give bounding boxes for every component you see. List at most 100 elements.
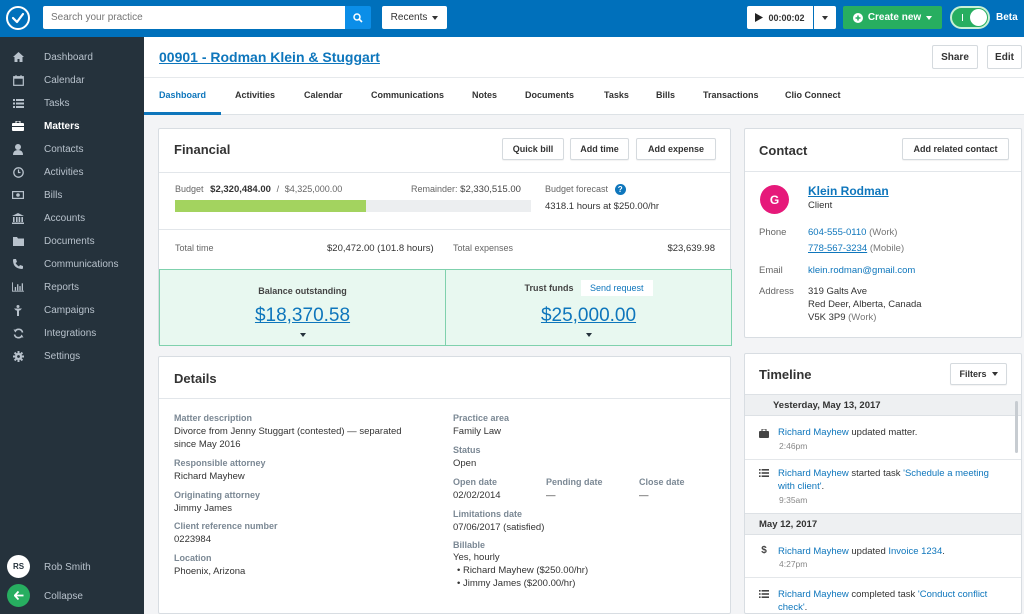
phone-link[interactable]: 778-567-3234 [808,243,867,254]
sidebar-item-campaigns[interactable]: Campaigns [0,299,144,321]
trust-header: Trust funds Send request [446,280,731,296]
filters-dropdown[interactable]: Filters [950,363,1007,385]
sidebar-item-tasks[interactable]: Tasks [0,92,144,114]
tab-communications[interactable]: Communications [371,90,444,100]
status-value: Open [453,458,477,469]
task-link[interactable]: check' [778,602,805,613]
collapse-arrow-icon[interactable] [7,584,30,607]
actor-link[interactable]: Richard Mayhew [778,546,849,557]
sidebar-item-label: Integrations [44,327,97,339]
page-title[interactable]: 00901 - Rodman Klein & Stuggart [159,49,380,65]
sidebar-item-label: Reports [44,281,80,293]
timeline-entry: $ Richard Mayhew updated Invoice 1234. 4… [745,535,1021,577]
status-label: Status [453,445,481,455]
responsible-attorney-label: Responsible attorney [174,458,266,468]
create-new-button[interactable]: Create new [843,6,942,29]
add-time-button[interactable]: Add time [570,138,629,160]
sidebar-item-contacts[interactable]: Contacts [0,138,144,160]
search-button[interactable] [345,6,371,29]
folder-icon [12,235,24,247]
campaign-icon [12,304,24,316]
location-label: Location [174,553,212,563]
clio-logo-icon[interactable] [6,6,30,30]
sidebar-item-label: Contacts [44,143,84,155]
sidebar-item-reports[interactable]: Reports [0,276,144,298]
actor-link[interactable]: Richard Mayhew [778,468,849,479]
chevron-down-icon [822,15,828,20]
sidebar-item-matters[interactable]: Matters [0,115,144,137]
actor-link[interactable]: Richard Mayhew [778,589,849,600]
actor-link[interactable]: Richard Mayhew [778,427,849,438]
email-link[interactable]: klein.rodman@gmail.com [808,265,915,276]
chevron-down-icon[interactable] [585,333,592,337]
phone-label: Phone [759,227,787,238]
tab-bills[interactable]: Bills [656,90,675,100]
task-link[interactable]: with client' [778,481,822,492]
timeline-entry-text: Richard Mayhew started task 'Schedule a … [778,467,989,493]
phone-icon [12,258,24,270]
beta-toggle[interactable] [950,6,990,29]
tab-calendar[interactable]: Calendar [304,90,343,100]
sidebar-item-bills[interactable]: Bills [0,184,144,206]
user-name[interactable]: Rob Smith [44,562,91,573]
tab-activities[interactable]: Activities [235,90,275,100]
tab-documents[interactable]: Documents [525,90,574,100]
close-date-label: Close date [639,477,685,487]
divider [159,172,730,173]
tab-clio-connect[interactable]: Clio Connect [785,90,841,100]
matter-description-label: Matter description [174,413,253,423]
timer-dropdown-button[interactable] [814,6,836,29]
sidebar-item-dashboard[interactable]: Dashboard [0,46,144,68]
help-icon[interactable]: ? [614,184,626,195]
sidebar-item-accounts[interactable]: Accounts [0,207,144,229]
quick-bill-button[interactable]: Quick bill [502,138,564,160]
location-value: Phoenix, Arizona [174,566,246,577]
recents-dropdown[interactable]: Recents [382,6,447,29]
address-postal: V5K 3P9 [808,312,846,323]
balance-value[interactable]: $18,370.58 [160,305,445,327]
trust-value[interactable]: $25,000.00 [446,305,731,327]
share-button[interactable]: Share [932,45,978,69]
tab-notes[interactable]: Notes [472,90,497,100]
chevron-down-icon [926,15,933,20]
invoice-link[interactable]: Invoice 1234 [888,546,942,557]
sidebar-item-documents[interactable]: Documents [0,230,144,252]
search-input[interactable] [43,6,345,29]
collapse-button[interactable]: Collapse [44,591,83,602]
plus-circle-icon [852,12,863,23]
add-expense-button[interactable]: Add expense [636,138,716,160]
send-request-button[interactable]: Send request [580,280,653,296]
timeline-entry-text: Richard Mayhew completed task 'Conduct c… [778,588,987,613]
task-link[interactable]: 'Conduct conflict [918,589,987,600]
open-date-label: Open date [453,477,498,487]
open-date-value: 02/02/2014 [453,490,501,501]
sidebar-item-label: Accounts [44,212,86,224]
timeline-date-header: May 12, 2017 [745,513,1021,535]
tab-transactions[interactable]: Transactions [703,90,759,100]
action-text: completed task [848,589,918,600]
contact-name-link[interactable]: Klein Rodman [808,184,889,198]
play-icon [755,13,764,22]
active-tab-indicator [144,112,221,115]
limitations-date-label: Limitations date [453,509,523,519]
timer-button[interactable]: 00:00:02 [747,6,813,29]
task-link[interactable]: 'Schedule a meeting [903,468,989,479]
chevron-down-icon[interactable] [299,333,306,337]
add-related-contact-button[interactable]: Add related contact [902,138,1009,160]
tab-tasks[interactable]: Tasks [604,90,629,100]
billable-rate-item: • Jimmy James ($200.00/hr) [457,578,576,589]
sidebar-item-activities[interactable]: Activities [0,161,144,183]
budget-progress-fill [175,200,366,212]
timeline-entry: Richard Mayhew completed task 'Conduct c… [745,578,1021,613]
address-postal-row: V5K 3P9 (Work) [808,312,876,323]
sidebar-item-calendar[interactable]: Calendar [0,69,144,91]
phone-link[interactable]: 604-555-0110 [808,227,866,238]
edit-button[interactable]: Edit [987,45,1022,69]
tab-dashboard[interactable]: Dashboard [159,90,206,100]
user-avatar[interactable]: RS [7,555,30,578]
matter-description-line2: since May 2016 [174,439,241,450]
sidebar-item-integrations[interactable]: Integrations [0,322,144,344]
chevron-down-icon [432,15,439,20]
sidebar-item-communications[interactable]: Communications [0,253,144,275]
sidebar-item-settings[interactable]: Settings [0,345,144,367]
